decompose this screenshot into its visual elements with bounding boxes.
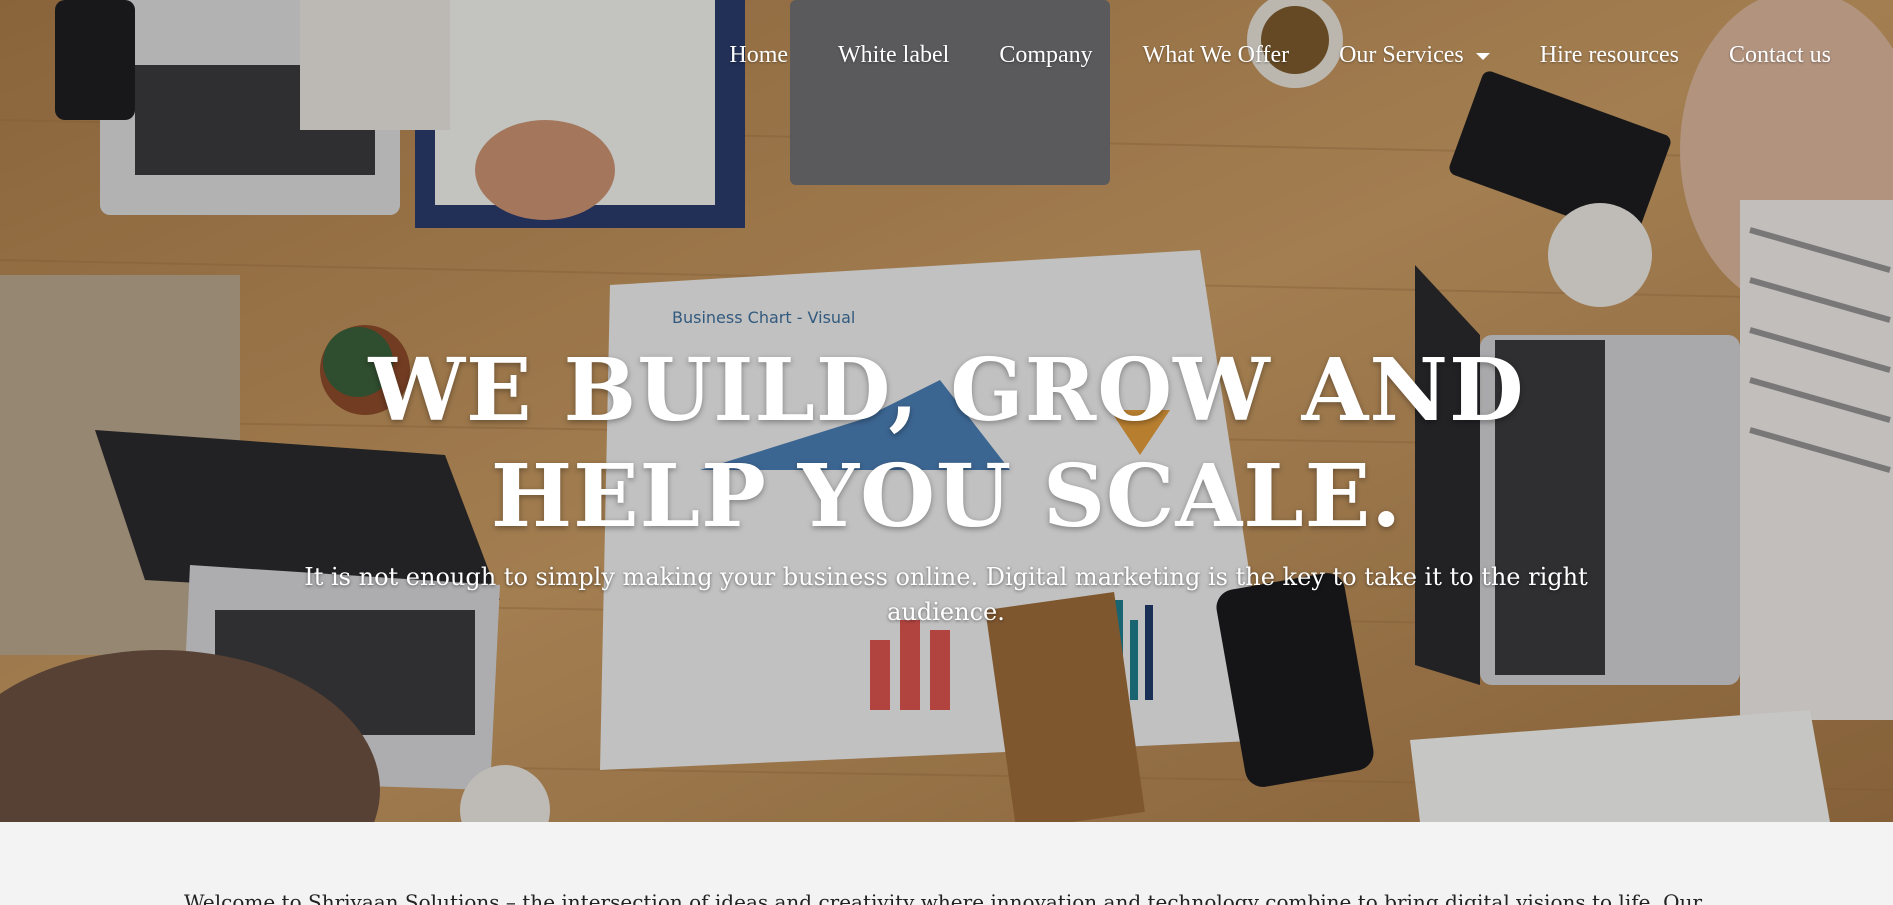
hero-headline: WE BUILD, GROW AND HELP YOU SCALE. — [0, 338, 1893, 550]
hero-headline-line-2: HELP YOU SCALE. — [490, 446, 1403, 547]
intro-paragraph: Welcome to Shrivaan Solutions – the inte… — [184, 890, 1703, 905]
hero-subtitle: It is not enough to simply making your b… — [304, 563, 1588, 626]
nav-hire-resources[interactable]: Hire resources — [1540, 42, 1679, 69]
nav-home[interactable]: Home — [729, 42, 788, 69]
nav-what-we-offer[interactable]: What We Offer — [1143, 42, 1289, 69]
main-navigation: Home White label Company What We Offer O… — [679, 42, 1831, 69]
nav-our-services[interactable]: Our Services — [1339, 42, 1490, 69]
chevron-down-icon — [1475, 53, 1490, 60]
hero-section: Business Chart - Visual Home White label… — [0, 0, 1893, 822]
nav-contact-us[interactable]: Contact us — [1729, 42, 1831, 69]
hero-headline-line-1: WE BUILD, GROW AND — [368, 340, 1525, 441]
nav-company[interactable]: Company — [999, 42, 1092, 69]
nav-our-services-label: Our Services — [1339, 42, 1464, 68]
nav-white-label[interactable]: White label — [838, 42, 949, 69]
